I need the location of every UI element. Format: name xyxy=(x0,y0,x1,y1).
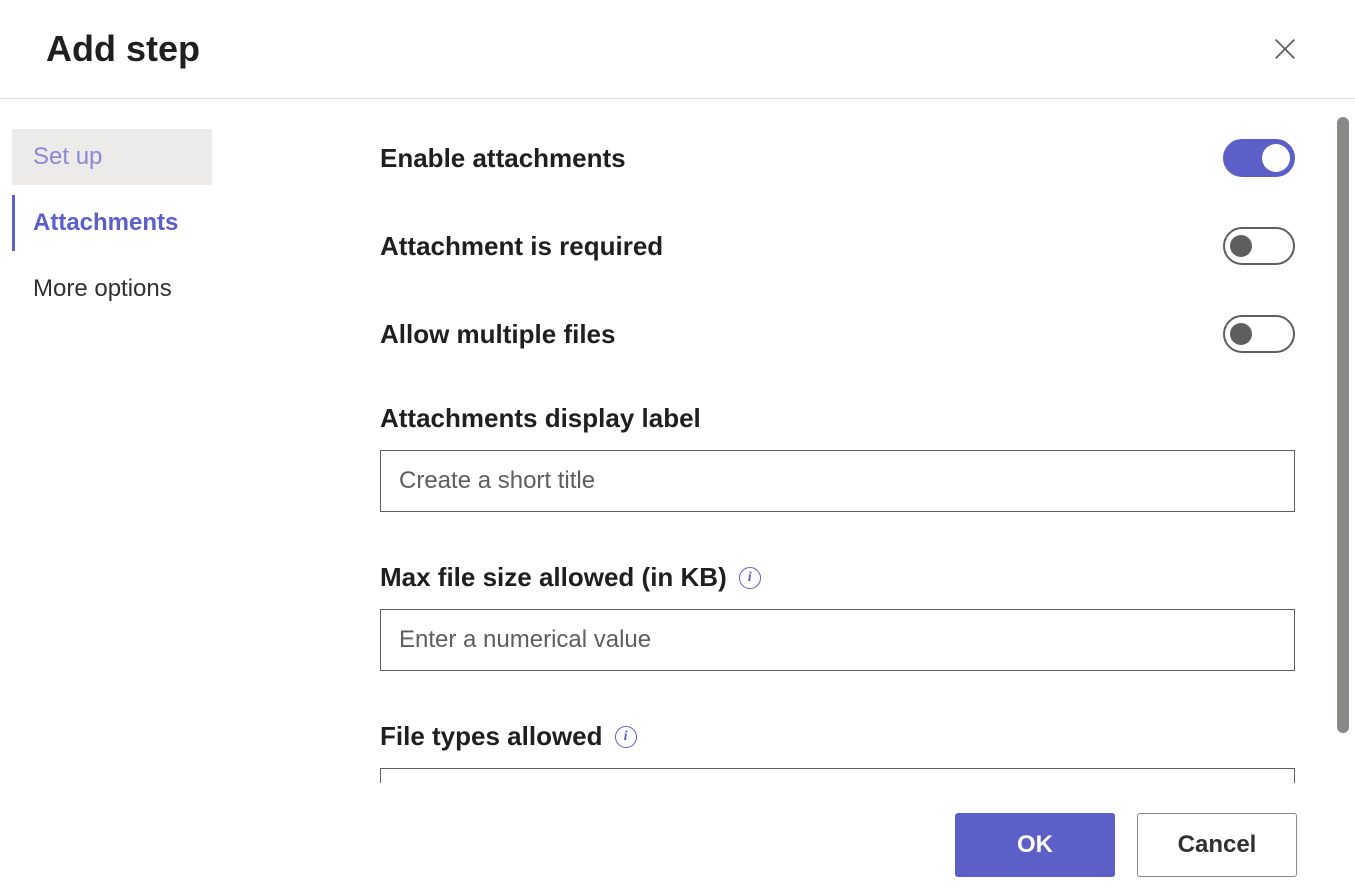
info-icon[interactable]: i xyxy=(739,567,761,589)
close-button[interactable] xyxy=(1265,29,1305,69)
form-content: Enable attachments Attachment is require… xyxy=(280,99,1355,783)
max-file-size-label: Max file size allowed (in KB) i xyxy=(380,562,1295,593)
attachment-required-label: Attachment is required xyxy=(380,231,663,262)
display-label-label: Attachments display label xyxy=(380,403,1295,434)
close-icon xyxy=(1271,35,1299,63)
info-icon[interactable]: i xyxy=(615,726,637,748)
enable-attachments-toggle[interactable] xyxy=(1223,139,1295,177)
dialog-footer: OK Cancel xyxy=(0,795,1355,895)
sidebar-item-more-options[interactable]: More options xyxy=(12,261,212,317)
sidebar-item-setup[interactable]: Set up xyxy=(12,129,212,185)
enable-attachments-label: Enable attachments xyxy=(380,143,626,174)
ok-button[interactable]: OK xyxy=(955,813,1115,877)
toggle-knob xyxy=(1262,144,1290,172)
sidebar: Set up Attachments More options xyxy=(0,99,280,783)
max-file-size-input[interactable] xyxy=(380,609,1295,671)
dialog-title: Add step xyxy=(46,28,200,70)
toggle-knob xyxy=(1230,235,1252,257)
display-label-input[interactable] xyxy=(380,450,1295,512)
attachment-required-toggle[interactable] xyxy=(1223,227,1295,265)
cancel-button[interactable]: Cancel xyxy=(1137,813,1297,877)
max-file-size-label-text: Max file size allowed (in KB) xyxy=(380,562,727,593)
file-types-label-text: File types allowed xyxy=(380,721,603,752)
allow-multiple-toggle[interactable] xyxy=(1223,315,1295,353)
file-types-label: File types allowed i xyxy=(380,721,1295,752)
sidebar-item-attachments[interactable]: Attachments xyxy=(12,195,212,251)
file-types-select[interactable]: All file types xyxy=(380,768,1295,783)
scrollbar[interactable] xyxy=(1337,117,1349,733)
toggle-knob xyxy=(1230,323,1252,345)
dialog-header: Add step xyxy=(0,0,1355,99)
allow-multiple-label: Allow multiple files xyxy=(380,319,615,350)
